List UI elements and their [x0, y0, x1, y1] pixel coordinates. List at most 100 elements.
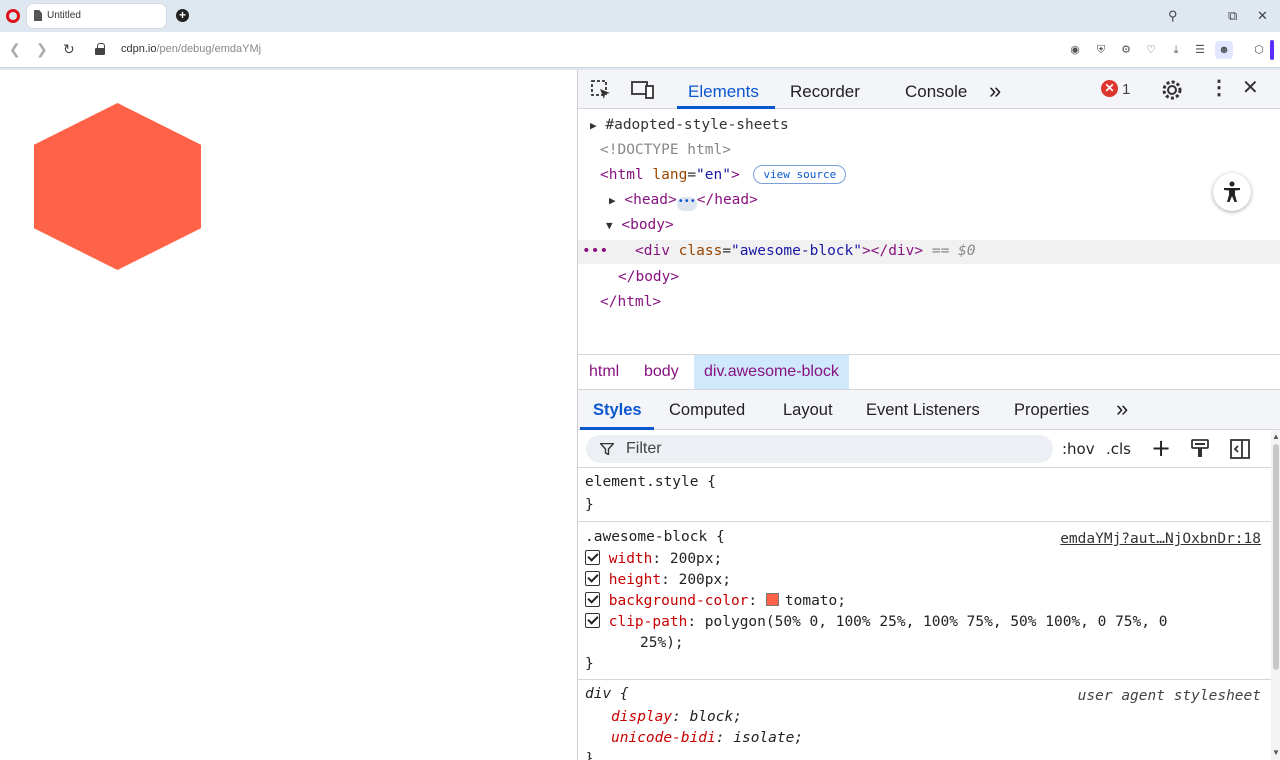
html-lang-attr: lang	[652, 167, 688, 183]
download-icon[interactable]: ⤓	[1167, 41, 1185, 59]
search-tabs-icon[interactable]: ⚲	[1168, 8, 1178, 24]
prop-value[interactable]: polygon(50% 0, 100% 25%, 100% 75%, 50% 1…	[705, 614, 1168, 630]
dom-body-close[interactable]: </body>	[618, 266, 679, 288]
prop-value[interactable]: tomato;	[785, 593, 846, 609]
easy-setup-icon[interactable]: ☰	[1191, 41, 1209, 59]
breadcrumb-html[interactable]: html	[579, 355, 629, 389]
div-open-tag: <div	[635, 243, 670, 259]
prop-value[interactable]: 200px;	[670, 551, 722, 567]
html-lang-value: "en"	[696, 167, 731, 183]
breadcrumb-div[interactable]: div.awesome-block	[694, 355, 849, 389]
decl-clip-path[interactable]: clip-path: polygon(50% 0, 100% 25%, 100%…	[585, 611, 1167, 633]
styles-filter-input[interactable]	[626, 439, 1026, 459]
collapsed-ellipsis-icon[interactable]: •••	[676, 197, 697, 211]
dom-node-head[interactable]: ▶ <head>•••</head>	[609, 189, 758, 211]
breadcrumb-body[interactable]: body	[634, 355, 689, 389]
new-style-rule-button[interactable]: +	[1151, 434, 1171, 462]
vpn-icon[interactable]: ⚙	[1117, 41, 1135, 59]
device-toolbar-icon[interactable]	[631, 79, 655, 101]
scroll-up-icon[interactable]: ▲	[1272, 432, 1280, 441]
tab-recorder[interactable]: Recorder	[790, 82, 860, 102]
settings-gear-icon[interactable]	[1161, 79, 1183, 101]
expand-triangle-icon[interactable]: ▶	[590, 119, 597, 132]
extensions-icon[interactable]: ⬡	[1250, 41, 1268, 59]
scroll-thumb[interactable]	[1273, 444, 1279, 670]
awesome-block-hexagon[interactable]	[34, 103, 201, 270]
collapse-triangle-icon[interactable]: ▼	[606, 219, 613, 232]
opera-logo-icon[interactable]	[6, 9, 20, 23]
awesome-block-source-link[interactable]: emdaYMj?aut…NjOxbnDr:18	[1060, 528, 1261, 550]
dom-node-div[interactable]: <div class="awesome-block"></div> == $0	[635, 240, 976, 262]
browser-tab[interactable]: Untitled	[27, 4, 166, 28]
toggle-sidebar-icon[interactable]	[1230, 439, 1250, 459]
new-tab-icon[interactable]: +	[176, 9, 189, 22]
filter-box[interactable]	[586, 435, 1053, 463]
view-source-button[interactable]: view source	[753, 165, 847, 184]
decl-checkbox[interactable]	[585, 592, 600, 607]
clip-path-continued[interactable]: 25%);	[640, 632, 684, 654]
paint-brush-icon[interactable]	[1190, 439, 1210, 459]
url-field[interactable]: cdpn.io/pen/debug/emdaYMj	[121, 43, 261, 55]
styles-scrollbar[interactable]: ▲ ▼	[1271, 430, 1280, 760]
decl-height[interactable]: height: 200px;	[585, 569, 731, 591]
tab-styles[interactable]: Styles	[593, 401, 642, 420]
decl-background-color[interactable]: background-color: tomato;	[585, 590, 846, 612]
adopted-style-sheets-label: #adopted-style-sheets	[605, 117, 789, 133]
more-options-icon[interactable]: ⋮	[1209, 78, 1229, 98]
tab-layout[interactable]: Layout	[783, 401, 833, 420]
hov-button[interactable]: :hov	[1062, 440, 1095, 458]
decl-checkbox[interactable]	[585, 613, 600, 628]
body-open-tag: <body>	[621, 217, 674, 233]
more-tabs-icon[interactable]: »	[989, 78, 1001, 104]
prop-name: display	[611, 709, 673, 725]
tab-event-listeners[interactable]: Event Listeners	[866, 401, 980, 420]
tab-console[interactable]: Console	[905, 82, 967, 102]
tab-properties[interactable]: Properties	[1014, 401, 1089, 420]
back-icon[interactable]: ❮	[9, 41, 21, 58]
close-devtools-icon[interactable]: ✕	[1242, 78, 1259, 98]
prop-value: block;	[689, 709, 742, 725]
dom-doctype[interactable]: <!DOCTYPE html>	[600, 139, 731, 161]
awesome-block-selector[interactable]: .awesome-block {	[585, 526, 725, 548]
decl-checkbox[interactable]	[585, 571, 600, 586]
decl-checkbox[interactable]	[585, 550, 600, 565]
html-open-tag: <html	[600, 167, 644, 183]
error-count[interactable]: 1	[1122, 81, 1130, 98]
dom-row-dots-icon[interactable]: •••	[582, 240, 608, 262]
cls-button[interactable]: .cls	[1106, 440, 1131, 458]
styles-filter-row: :hov .cls +	[578, 430, 1271, 468]
color-swatch[interactable]	[765, 593, 779, 606]
breadcrumb: html body div.awesome-block	[578, 354, 1280, 390]
camera-icon[interactable]: ◉	[1066, 41, 1084, 59]
div-ua-selector[interactable]: div {	[585, 683, 629, 705]
dom-node-adopted[interactable]: ▶ #adopted-style-sheets	[590, 114, 789, 136]
accessibility-tree-button[interactable]	[1213, 173, 1251, 211]
decl-unicode-bidi[interactable]: unicode-bidi: isolate;	[611, 727, 803, 749]
profile-icon[interactable]: ☻	[1215, 41, 1233, 59]
snap-window-icon[interactable]: ⧉	[1228, 8, 1237, 24]
prop-value[interactable]: 200px;	[679, 572, 731, 588]
scroll-down-icon[interactable]: ▼	[1272, 748, 1280, 757]
tab-computed[interactable]: Computed	[669, 401, 745, 420]
active-tab-indicator	[677, 106, 775, 109]
div-ua-close: }	[585, 751, 594, 760]
shield-icon[interactable]: ⛨	[1092, 41, 1110, 59]
dom-html-close[interactable]: </html>	[600, 291, 661, 313]
decl-display[interactable]: display: block;	[611, 706, 742, 728]
tab-elements[interactable]: Elements	[688, 82, 759, 102]
awesome-block-close: }	[585, 656, 594, 672]
dom-node-html[interactable]: <html lang="en"> view source	[600, 164, 847, 186]
forward-icon[interactable]: ❯	[36, 41, 48, 58]
error-icon[interactable]: ✕	[1101, 80, 1118, 97]
expand-triangle-icon[interactable]: ▶	[609, 194, 616, 207]
decl-width[interactable]: width: 200px;	[585, 548, 722, 570]
inspect-element-icon[interactable]	[590, 79, 612, 101]
more-subtabs-icon[interactable]: »	[1116, 396, 1128, 422]
close-window-icon[interactable]: ✕	[1257, 8, 1268, 24]
reload-icon[interactable]: ↻	[63, 41, 75, 58]
dom-tree: ▶ #adopted-style-sheets <!DOCTYPE html> …	[578, 110, 1280, 354]
heart-icon[interactable]: ♡	[1142, 41, 1160, 59]
lock-icon[interactable]	[95, 43, 105, 55]
dom-node-body[interactable]: ▼ <body>	[606, 214, 674, 236]
element-style-selector[interactable]: element.style {	[585, 471, 716, 493]
